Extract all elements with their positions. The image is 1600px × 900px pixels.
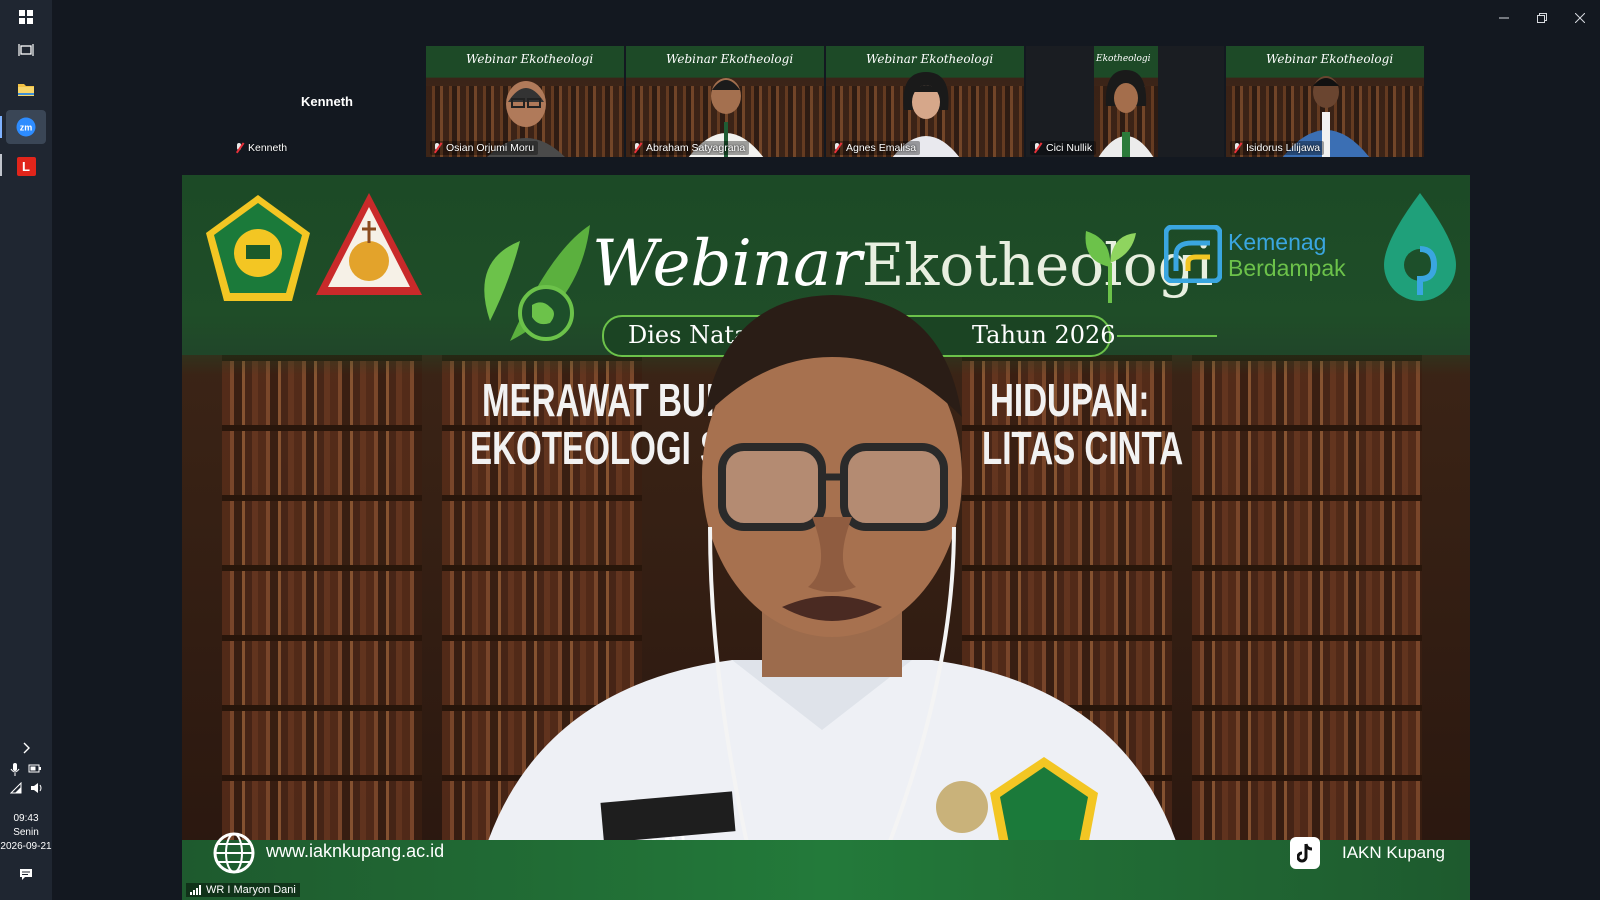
- participant-name: Isidorus Lilijawa: [1246, 142, 1321, 154]
- participant-name: Abraham Satyagrana: [646, 142, 746, 154]
- tray-row-1: [0, 763, 52, 781]
- battery-icon[interactable]: [28, 763, 42, 781]
- mic-muted-icon: [1232, 143, 1242, 153]
- iakn-logo-icon: [316, 193, 422, 295]
- mic-muted-icon: [1032, 143, 1042, 153]
- tray-row-2: [0, 781, 52, 799]
- participant-name-tag: Cici Nullik: [1030, 141, 1097, 155]
- active-speaker-label: WR I Maryon Dani: [186, 883, 300, 897]
- app-l-letter: L: [16, 156, 36, 176]
- background-title: Ekotheologi: [1096, 54, 1151, 64]
- brand-line2: Berdampak: [1228, 255, 1346, 281]
- participant-video-person: [1098, 70, 1154, 157]
- zoom-app-icon[interactable]: zm: [6, 110, 46, 144]
- participant-display-name: Kenneth: [301, 94, 353, 109]
- notification-icon[interactable]: [0, 868, 52, 886]
- kemenag-logo-icon: [206, 195, 310, 301]
- restore-icon[interactable]: [1524, 6, 1560, 30]
- mic-muted-icon: [234, 143, 244, 153]
- participant-name-tag: Kenneth: [232, 141, 291, 155]
- participant-name-tag: Agnes Emalisa: [830, 141, 921, 155]
- background-title: Webinar Ekotheologi: [666, 52, 794, 66]
- participant-video: Ekotheologi: [1094, 46, 1158, 157]
- signal-strength-icon: [190, 885, 201, 895]
- banner-social-handle: IAKN Kupang: [1342, 843, 1446, 862]
- open-indicator: [0, 154, 2, 176]
- tiktok-icon: [1290, 837, 1320, 869]
- svg-text:zm: zm: [20, 123, 33, 133]
- participant-name: Osian Orjumi Moru: [446, 142, 535, 154]
- mic-muted-icon: [632, 143, 642, 153]
- speaker-person: [472, 295, 1192, 900]
- participant-tile-cici[interactable]: Ekotheologi Cici Nullik: [1026, 46, 1224, 157]
- mic-muted-icon: [432, 143, 442, 153]
- background-title: Webinar Ekotheologi: [466, 52, 594, 66]
- active-speaker-name: WR I Maryon Dani: [206, 884, 296, 896]
- wifi-icon[interactable]: [9, 781, 22, 799]
- tray-expand-icon[interactable]: [0, 742, 52, 759]
- participant-tile-abraham[interactable]: Webinar Ekotheologi Abraham Satyagrana: [626, 46, 824, 157]
- microphone-icon[interactable]: [10, 763, 20, 781]
- participant-name-tag: Abraham Satyagrana: [630, 141, 750, 155]
- file-explorer-icon[interactable]: [6, 72, 46, 106]
- participant-name-tag: Isidorus Lilijawa: [1230, 141, 1325, 155]
- participant-name: Agnes Emalisa: [846, 142, 917, 154]
- banner-website: www.iaknkupang.ac.id: [266, 841, 445, 861]
- participant-tile-kenneth[interactable]: Kenneth Kenneth: [228, 46, 426, 157]
- globe-icon: [213, 832, 255, 874]
- task-view-icon[interactable]: [6, 33, 46, 67]
- participant-name: Kenneth: [248, 142, 288, 154]
- clock-date[interactable]: 2026-09-21: [0, 840, 52, 854]
- app-l-icon[interactable]: L: [6, 149, 46, 183]
- active-indicator: [0, 116, 2, 138]
- taskbar: zm L 09:43 Senin 2026-09-21: [0, 0, 52, 900]
- background-title: Webinar Ekotheologi: [866, 52, 994, 66]
- windows-start-icon[interactable]: [6, 0, 46, 34]
- volume-icon[interactable]: [30, 782, 43, 799]
- water-drop-logo-icon: [1384, 193, 1456, 301]
- brand-line1: Kemenag: [1228, 229, 1327, 255]
- clock-day[interactable]: Senin: [0, 826, 52, 840]
- participant-tile-osian[interactable]: Webinar Ekotheologi Osian Orjumi Moru: [426, 46, 624, 157]
- active-speaker-video[interactable]: WebinarEkotheologi Dies Natali Tahun 202…: [182, 175, 1470, 900]
- participant-name: Cici Nullik: [1046, 142, 1093, 154]
- bookshelf: [1192, 355, 1422, 875]
- minimize-icon[interactable]: [1486, 6, 1522, 30]
- participant-tile-isidorus[interactable]: Webinar Ekotheologi Isidorus Lilijawa: [1226, 46, 1424, 157]
- mic-muted-icon: [832, 143, 842, 153]
- bookshelf: [222, 355, 422, 875]
- background-title: Webinar Ekotheologi: [1266, 52, 1394, 66]
- participant-name-tag: Osian Orjumi Moru: [430, 141, 539, 155]
- participant-tile-agnes[interactable]: Webinar Ekotheologi Agnes Emalisa: [826, 46, 1024, 157]
- close-icon[interactable]: [1562, 6, 1598, 30]
- clock-time[interactable]: 09:43: [0, 812, 52, 826]
